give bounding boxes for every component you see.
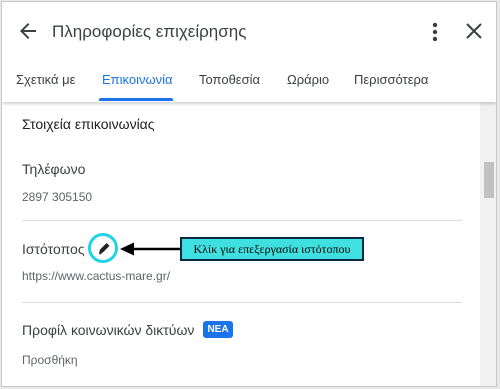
social-add-link[interactable]: Προσθήκη	[22, 353, 78, 367]
social-profiles-label: Προφίλ κοινωνικών δικτύων	[22, 322, 195, 338]
close-icon	[466, 23, 482, 39]
phone-value: 2897 305150	[22, 190, 93, 204]
more-vert-icon	[432, 22, 438, 42]
dialog-header: Πληροφορίες επιχείρησης Σχετικά με Επικο…	[2, 2, 496, 102]
tab-location[interactable]: Τοποθεσία	[199, 72, 260, 87]
tab-bar: Σχετικά με Επικοινωνία Τοποθεσία Ωράριο …	[2, 62, 496, 102]
back-arrow-icon	[20, 23, 36, 39]
annotation-callout: Κλίκ για επεξεργασία ιστότοπου	[180, 237, 364, 261]
website-value: https://www.cactus-mare.gr/	[22, 269, 171, 283]
more-options-button[interactable]	[426, 19, 444, 45]
new-badge: ΝΕΑ	[203, 321, 233, 338]
edit-website-button[interactable]	[88, 233, 118, 263]
divider	[22, 220, 462, 221]
tab-contact[interactable]: Επικοινωνία	[102, 72, 173, 87]
tab-more[interactable]: Περισσότερα	[354, 72, 428, 87]
phone-label: Τηλέφωνο	[22, 161, 86, 177]
pencil-icon	[99, 243, 110, 255]
tab-about[interactable]: Σχετικά με	[16, 72, 75, 87]
back-button[interactable]	[16, 19, 40, 43]
scrollbar[interactable]	[480, 102, 496, 386]
dialog-title: Πληροφορίες επιχείρησης	[52, 22, 247, 41]
website-label: Ιστότοπος	[22, 241, 85, 257]
divider	[22, 302, 462, 303]
business-info-dialog: Πληροφορίες επιχείρησης Σχετικά με Επικο…	[1, 1, 497, 387]
contact-content: Στοιχεία επικοινωνίας Τηλέφωνο 2897 3051…	[2, 102, 496, 386]
section-title: Στοιχεία επικοινωνίας	[22, 116, 155, 132]
scrollbar-thumb[interactable]	[484, 162, 494, 198]
arrow-left-icon	[120, 242, 180, 256]
active-tab-indicator	[99, 98, 173, 101]
tab-hours[interactable]: Ωράριο	[287, 72, 329, 87]
close-button[interactable]	[463, 20, 485, 42]
